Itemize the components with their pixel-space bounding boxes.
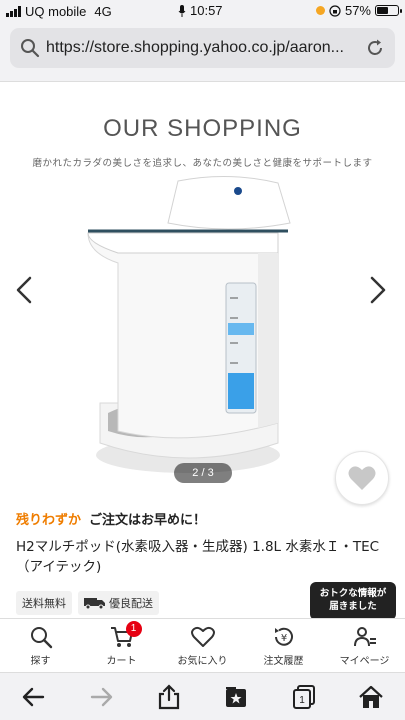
next-image-arrow-icon[interactable] [368,275,388,305]
address-bar[interactable]: https://store.shopping.yahoo.co.jp/aaron… [10,28,395,68]
browser-toolbar: 1 [0,672,405,720]
promo-line-2: 届きました [329,601,377,612]
tab-my-page[interactable]: マイページ [324,619,405,672]
image-page-indicator: 2 / 3 [174,463,232,483]
svg-text:1: 1 [299,695,305,706]
tab-search[interactable]: 探す [0,619,81,672]
network-type: 4G [94,3,112,19]
tab-cart[interactable]: 1 カート [81,619,162,672]
carrier-name: UQ mobile [25,3,87,19]
search-icon [30,627,52,649]
stock-note: ご注文はお早めに！ [89,513,207,528]
browser-address-area: https://store.shopping.yahoo.co.jp/aaron… [0,22,405,82]
brand-tagline: 磨かれたカラダの美しさを追求し、あなたの美しさと健康をサポートします [32,158,373,169]
status-right: 57% [315,3,402,18]
tab-label: 探す [30,656,51,667]
bookmarks-icon[interactable] [223,684,249,710]
site-tab-bar: 探す 1 カート お気に入り ¥ 注文履歴 マイページ [0,618,405,672]
tag-label: 優良配送 [109,597,153,610]
promo-notification[interactable]: おトクな情報が 届きました [310,582,396,620]
product-name: H2マルチポッド(水素吸入器・生成器) 1.8L 水素水Ｉ・TEC（アイテック) [16,539,380,575]
forward-arrow-icon[interactable] [88,684,114,710]
brand-title: OUR SHOPPING [103,115,302,142]
tab-label: マイページ [339,656,390,667]
stock-warning: 残りわずか [16,513,82,528]
tag-label: 送料無料 [22,597,66,610]
product-image [87,175,291,473]
product-image-carousel[interactable]: OUR SHOPPING 磨かれたカラダの美しさを追求し、あなたの美しさと健康を… [0,85,405,505]
tabs-icon[interactable]: 1 [291,684,317,710]
truck-icon [84,598,105,609]
previous-image-arrow-icon[interactable] [14,275,34,305]
status-bar: UQ mobile 4G 10:57 57% [0,0,405,22]
promo-line-1: おトクな情報が [319,588,387,599]
order-history-icon: ¥ [274,627,293,646]
battery-percent: 57% [344,3,371,18]
free-shipping-tag: 送料無料 [16,591,72,615]
url-text[interactable]: https://store.shopping.yahoo.co.jp/aaron… [46,39,356,57]
tab-label: お気に入り [177,656,228,667]
battery-icon [375,5,402,16]
tab-label: カート [106,656,137,667]
favorite-button[interactable] [335,451,389,505]
signal-strength-icon [6,5,21,17]
battery-level-fill [377,7,389,14]
time-text: 10:57 [190,3,223,18]
tab-order-history[interactable]: ¥ 注文履歴 [243,619,324,672]
share-icon[interactable] [156,683,182,710]
reload-icon[interactable] [365,38,385,58]
rotation-lock-icon [329,4,341,17]
microphone-icon [178,4,186,17]
user-icon [353,627,376,647]
stock-status-row: 残りわずか ご注文はお早めに！ [16,509,206,528]
search-icon [21,39,40,58]
svg-text:¥: ¥ [280,633,286,644]
back-arrow-icon[interactable] [21,684,47,710]
recording-indicator-icon [315,6,325,15]
home-icon[interactable] [358,684,384,710]
status-clock: 10:57 [178,3,223,18]
tab-favorites[interactable]: お気に入り [162,619,243,672]
cart-count-badge: 1 [125,621,142,637]
tab-label: 注文履歴 [263,656,304,667]
product-tags: 送料無料 優良配送 [16,591,159,615]
heart-icon [348,466,376,490]
good-delivery-tag: 優良配送 [78,591,159,615]
heart-icon [190,626,215,647]
